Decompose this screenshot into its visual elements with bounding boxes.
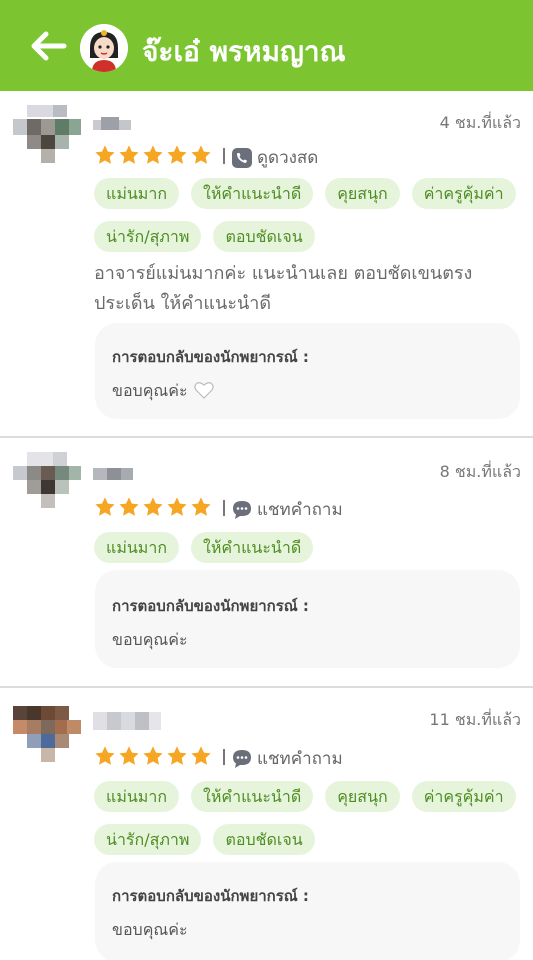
user-avatar-blurred bbox=[13, 706, 81, 770]
reply-label: การตอบกลับของนักพยากรณ์ : bbox=[112, 597, 309, 615]
tag-chip[interactable]: น่ารัก/สุภาพ bbox=[94, 824, 202, 855]
reply-text: ขอบคุณค่ะ bbox=[112, 381, 188, 400]
star-icon bbox=[143, 145, 163, 164]
reply-box: การตอบกลับของนักพยากรณ์ : ขอบคุณค่ะ bbox=[95, 862, 520, 960]
astrologer-avatar[interactable] bbox=[80, 24, 128, 72]
review-source: ดูดวงสด bbox=[231, 144, 318, 171]
star-icon bbox=[167, 746, 187, 765]
star-icon bbox=[95, 746, 115, 765]
tag-chip[interactable]: ให้คำแนะนำดี bbox=[191, 178, 314, 209]
star-icon bbox=[191, 497, 211, 516]
user-name-blurred bbox=[93, 710, 163, 730]
star-icon bbox=[167, 145, 187, 164]
reply-label: การตอบกลับของนักพยากรณ์ : bbox=[112, 887, 309, 905]
back-arrow-icon[interactable] bbox=[28, 30, 68, 62]
user-avatar-blurred bbox=[13, 452, 81, 516]
reply-text: ขอบคุณค่ะ bbox=[112, 630, 188, 649]
reply-text: ขอบคุณค่ะ bbox=[112, 920, 188, 939]
review-time: 4 ชม.ที่แล้ว bbox=[439, 113, 521, 132]
tag-chip[interactable]: คุยสนุก bbox=[325, 781, 400, 812]
reply-label: การตอบกลับของนักพยากรณ์ : bbox=[112, 348, 309, 366]
tag-chip[interactable]: ตอบชัดเจน bbox=[213, 221, 315, 252]
star-icon bbox=[143, 497, 163, 516]
tag-chip[interactable]: คุยสนุก bbox=[325, 178, 400, 209]
tag-list: แม่นมาก ให้คำแนะนำดี คุยสนุก ค่าครูคุ้มค… bbox=[94, 781, 524, 855]
star-icon bbox=[143, 746, 163, 765]
tag-chip[interactable]: น่ารัก/สุภาพ bbox=[94, 221, 202, 252]
review-source-label: ดูดวงสด bbox=[257, 148, 319, 168]
user-name-blurred bbox=[93, 115, 133, 131]
separator bbox=[223, 749, 225, 765]
review-time: 8 ชม.ที่แล้ว bbox=[439, 462, 521, 481]
page-title: จ๊ะเอ๋ พรหมญาณ bbox=[142, 35, 346, 68]
separator bbox=[223, 148, 225, 164]
review-comment: อาจารย์แม่นมากค่ะ แนะนำนเลย ตอบชัดเขนตรง… bbox=[94, 263, 473, 314]
star-icon bbox=[191, 746, 211, 765]
star-icon bbox=[191, 145, 211, 164]
divider bbox=[0, 436, 533, 438]
tag-list: แม่นมาก ให้คำแนะนำดี คุยสนุก ค่าครูคุ้มค… bbox=[94, 178, 524, 252]
reply-text-row: ขอบคุณค่ะ bbox=[112, 379, 214, 404]
star-icon bbox=[119, 746, 139, 765]
tag-chip[interactable]: แม่นมาก bbox=[94, 781, 180, 812]
divider bbox=[0, 686, 533, 688]
reply-box: การตอบกลับของนักพยากรณ์ : ขอบคุณค่ะ bbox=[95, 570, 520, 668]
star-icon bbox=[95, 145, 115, 164]
chat-bubble-icon bbox=[233, 500, 251, 519]
tag-chip[interactable]: ค่าครูคุ้มค่า bbox=[411, 178, 516, 209]
review-source-label: แชทคำถาม bbox=[257, 500, 343, 520]
star-icon bbox=[95, 497, 115, 516]
tag-chip[interactable]: ตอบชัดเจน bbox=[213, 824, 315, 855]
tag-list: แม่นมาก ให้คำแนะนำดี bbox=[94, 532, 524, 563]
rating-stars bbox=[94, 496, 212, 518]
chat-bubble-icon bbox=[233, 749, 251, 768]
review-source-label: แชทคำถาม bbox=[257, 749, 343, 769]
tag-chip[interactable]: ค่าครูคุ้มค่า bbox=[411, 781, 516, 812]
separator bbox=[223, 500, 225, 516]
user-avatar-blurred bbox=[13, 105, 81, 169]
user-name-blurred bbox=[93, 465, 133, 481]
star-icon bbox=[119, 145, 139, 164]
review-source: แชทคำถาม bbox=[231, 496, 343, 523]
rating-stars bbox=[94, 745, 212, 767]
rating-stars bbox=[94, 144, 212, 166]
tag-chip[interactable]: แม่นมาก bbox=[94, 532, 180, 563]
star-icon bbox=[119, 497, 139, 516]
phone-video-icon bbox=[232, 147, 252, 168]
review-source: แชทคำถาม bbox=[231, 745, 343, 772]
tag-chip[interactable]: ให้คำแนะนำดี bbox=[191, 532, 314, 563]
white-heart-icon bbox=[193, 382, 214, 399]
review-time: 11 ชม.ที่แล้ว bbox=[429, 710, 521, 729]
astrologer-avatar-icon bbox=[80, 24, 128, 72]
tag-chip[interactable]: แม่นมาก bbox=[94, 178, 180, 209]
app-header: จ๊ะเอ๋ พรหมญาณ bbox=[0, 0, 533, 91]
reply-box: การตอบกลับของนักพยากรณ์ : ขอบคุณค่ะ bbox=[95, 323, 520, 419]
star-icon bbox=[167, 497, 187, 516]
tag-chip[interactable]: ให้คำแนะนำดี bbox=[191, 781, 314, 812]
